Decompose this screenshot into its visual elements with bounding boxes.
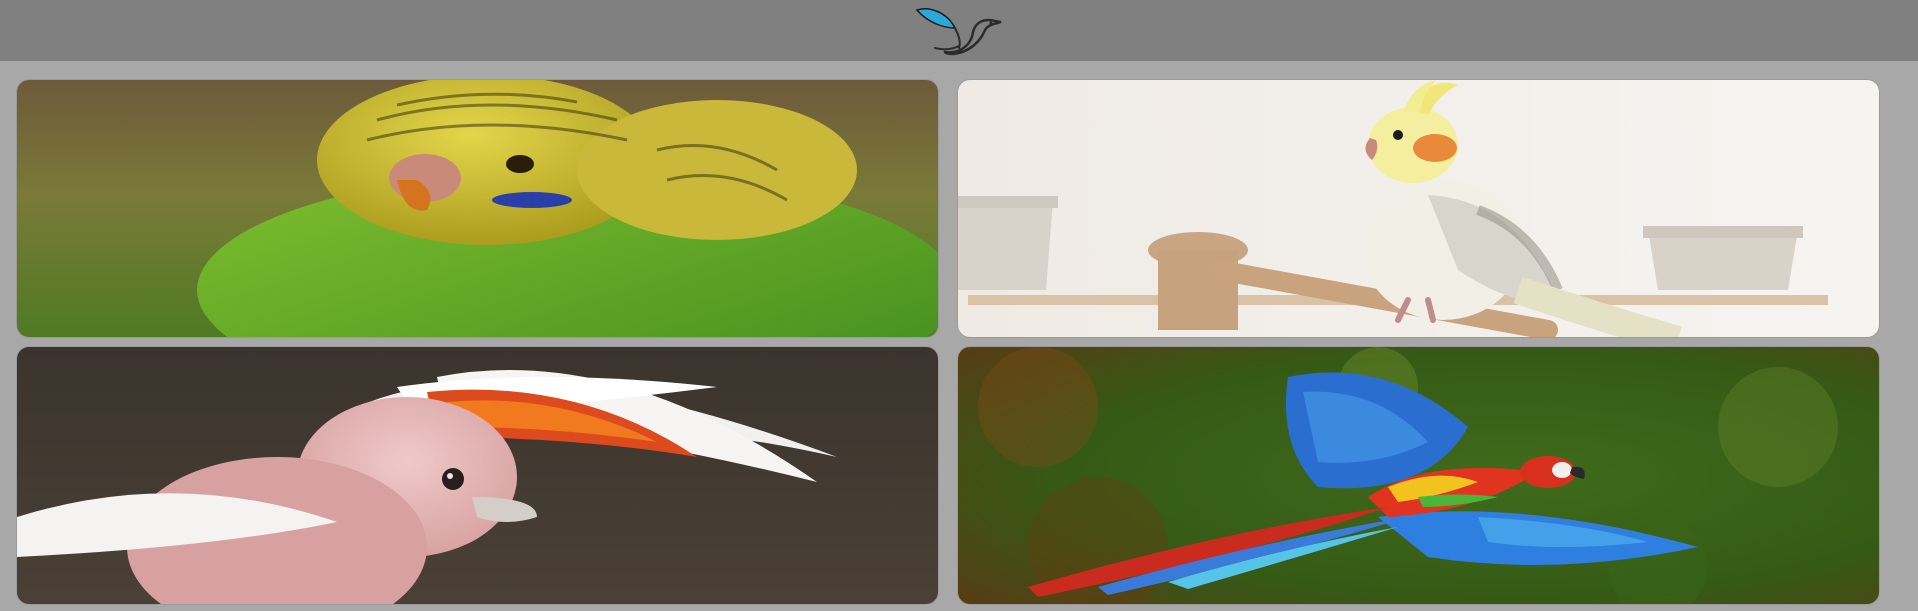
top-bar	[0, 0, 1918, 61]
macaw-card[interactable]	[958, 347, 1879, 604]
cockatiel-on-perch-image	[958, 80, 1879, 337]
yellow-green-parakeet-image	[17, 80, 938, 337]
hummingbird-logo-icon[interactable]	[909, 2, 1009, 60]
pink-cockatoo-crest-image	[17, 347, 938, 604]
flying-scarlet-macaw-image	[958, 347, 1879, 604]
bird-gallery	[0, 61, 1918, 611]
cockatoo-card[interactable]	[17, 347, 938, 604]
cockatiel-card[interactable]	[958, 80, 1879, 337]
budgie-card[interactable]	[17, 80, 938, 337]
